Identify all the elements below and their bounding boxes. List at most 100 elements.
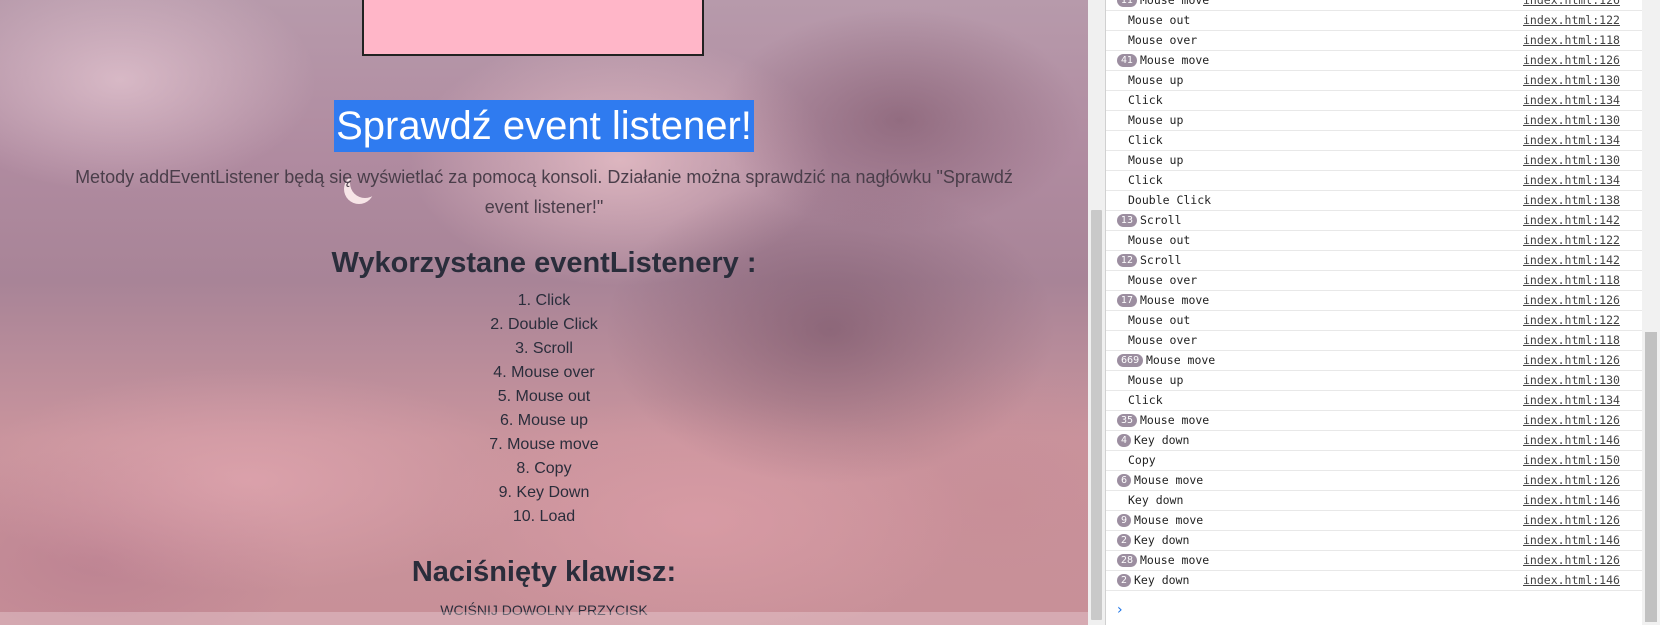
console-log-row: Key down index.html:146 — [1106, 491, 1642, 511]
log-message: Key down — [1134, 533, 1190, 547]
console-log-row: Mouse out index.html:122 — [1106, 11, 1642, 31]
page-bottom-band — [0, 612, 1088, 625]
log-source-link[interactable]: index.html:118 — [1523, 331, 1620, 350]
log-source-link[interactable]: index.html:142 — [1523, 251, 1620, 270]
log-source-link[interactable]: index.html:150 — [1523, 451, 1620, 470]
console-log-row: Click index.html:134 — [1106, 391, 1642, 411]
log-source-link[interactable]: index.html:126 — [1523, 411, 1620, 430]
console-log-row: Mouse up index.html:130 — [1106, 71, 1642, 91]
repeat-count-badge: 6 — [1117, 474, 1132, 487]
log-message: Mouse move — [1134, 473, 1204, 487]
console-scrollbar-thumb[interactable] — [1645, 332, 1657, 622]
log-message: Mouse out — [1128, 233, 1191, 247]
log-source-link[interactable]: index.html:146 — [1523, 491, 1620, 510]
log-source-link[interactable]: index.html:118 — [1523, 31, 1620, 50]
log-source-link[interactable]: index.html:130 — [1523, 151, 1620, 170]
repeat-count-badge: 12 — [1117, 254, 1138, 267]
log-source-link[interactable]: index.html:146 — [1523, 431, 1620, 450]
log-source-link[interactable]: index.html:130 — [1523, 371, 1620, 390]
pink-box — [362, 0, 704, 56]
log-message: Mouse move — [1140, 413, 1210, 427]
log-source-link[interactable]: index.html:134 — [1523, 391, 1620, 410]
log-message: Click — [1128, 173, 1163, 187]
console-log-row: Mouse up index.html:130 — [1106, 151, 1642, 171]
log-source-link[interactable]: index.html:138 — [1523, 191, 1620, 210]
console-log-row: 41 Mouse move index.html:126 — [1106, 51, 1642, 71]
console-log-row: 13 Scroll index.html:142 — [1106, 211, 1642, 231]
console-log-row: 6 Mouse move index.html:126 — [1106, 471, 1642, 491]
log-source-link[interactable]: index.html:130 — [1523, 71, 1620, 90]
repeat-count-badge: 28 — [1117, 554, 1138, 567]
console-scrollbar[interactable] — [1642, 0, 1660, 625]
repeat-count-badge: 2 — [1117, 534, 1132, 547]
log-source-link[interactable]: index.html:122 — [1523, 11, 1620, 30]
page-scrollbar-thumb[interactable] — [1091, 210, 1102, 620]
log-source-link[interactable]: index.html:126 — [1523, 0, 1620, 10]
log-source-link[interactable]: index.html:126 — [1523, 51, 1620, 70]
log-message: Double Click — [1128, 193, 1212, 207]
log-source-link[interactable]: index.html:134 — [1523, 91, 1620, 110]
log-source-link[interactable]: index.html:142 — [1523, 211, 1620, 230]
console-log-row: 35 Mouse move index.html:126 — [1106, 411, 1642, 431]
log-source-link[interactable]: index.html:146 — [1523, 571, 1620, 590]
log-source-link[interactable]: index.html:122 — [1523, 231, 1620, 250]
log-source-link[interactable]: index.html:134 — [1523, 131, 1620, 150]
log-message: Key down — [1134, 433, 1190, 447]
log-message: Click — [1128, 393, 1163, 407]
log-source-link[interactable]: index.html:126 — [1523, 351, 1620, 370]
console-log-row: Click index.html:134 — [1106, 171, 1642, 191]
log-message: Mouse over — [1128, 33, 1198, 47]
log-source-link[interactable]: index.html:118 — [1523, 271, 1620, 290]
repeat-count-badge: 4 — [1117, 434, 1132, 447]
repeat-count-badge: 41 — [1117, 54, 1138, 67]
log-message: Mouse move — [1140, 293, 1210, 307]
log-message: Mouse move — [1146, 353, 1216, 367]
event-list-item: 1. Click — [517, 292, 571, 309]
console-log-row: Click index.html:134 — [1106, 131, 1642, 151]
log-message: Mouse move — [1140, 53, 1210, 67]
event-list-item: 5. Mouse out — [497, 388, 591, 405]
repeat-count-badge: 35 — [1117, 414, 1138, 427]
log-message: Mouse move — [1140, 0, 1210, 7]
log-source-link[interactable]: index.html:134 — [1523, 171, 1620, 190]
console-log-row: Mouse up index.html:130 — [1106, 111, 1642, 131]
pressed-key-title: Naciśnięty klawisz: — [411, 556, 677, 588]
event-list-item: 7. Mouse move — [489, 436, 599, 453]
console-log-row: Mouse over index.html:118 — [1106, 331, 1642, 351]
console-log-row: 17 Mouse move index.html:126 — [1106, 291, 1642, 311]
repeat-count-badge: 2 — [1117, 574, 1132, 587]
log-message: Click — [1128, 93, 1163, 107]
console-log-row: 2 Key down index.html:146 — [1106, 531, 1642, 551]
console-log-row: Mouse up index.html:130 — [1106, 371, 1642, 391]
log-message: Scroll — [1140, 213, 1182, 227]
console-log-row: 4 Key down index.html:146 — [1106, 431, 1642, 451]
console-log-row: 2 Key down index.html:146 — [1106, 571, 1642, 591]
page-headline[interactable]: Sprawdź event listener! — [334, 100, 754, 152]
log-message: Mouse up — [1128, 153, 1184, 167]
log-source-link[interactable]: index.html:126 — [1523, 551, 1620, 570]
log-source-link[interactable]: index.html:126 — [1523, 471, 1620, 490]
page-scrollbar[interactable] — [1088, 0, 1105, 625]
console-log-row: Copy index.html:150 — [1106, 451, 1642, 471]
repeat-count-badge: 11 — [1117, 0, 1138, 7]
log-source-link[interactable]: index.html:126 — [1523, 291, 1620, 310]
log-message: Mouse up — [1128, 113, 1184, 127]
used-listeners-title: Wykorzystane eventListenery : — [331, 247, 757, 279]
event-list-item: 9. Key Down — [498, 484, 590, 501]
web-page-viewport: Sprawdź event listener! Metody addEventL… — [0, 0, 1088, 625]
description-text: Metody addEventListener będą się wyświet… — [75, 167, 1013, 217]
event-list-item: 3. Scroll — [515, 340, 573, 357]
console-log-row: 669 Mouse move index.html:126 — [1106, 351, 1642, 371]
console-prompt-icon[interactable]: › — [1117, 602, 1123, 618]
console-log-row: Double Click index.html:138 — [1106, 191, 1642, 211]
headline-container: Sprawdź event listener! — [0, 100, 1088, 152]
console-log-row: Mouse out index.html:122 — [1106, 231, 1642, 251]
log-message: Mouse up — [1128, 373, 1184, 387]
log-source-link[interactable]: index.html:146 — [1523, 531, 1620, 550]
log-source-link[interactable]: index.html:130 — [1523, 111, 1620, 130]
log-message: Mouse over — [1128, 273, 1198, 287]
console-log-row: 12 Scroll index.html:142 — [1106, 251, 1642, 271]
log-source-link[interactable]: index.html:126 — [1523, 511, 1620, 530]
log-source-link[interactable]: index.html:122 — [1523, 311, 1620, 330]
event-list-item: 10. Load — [512, 508, 576, 525]
